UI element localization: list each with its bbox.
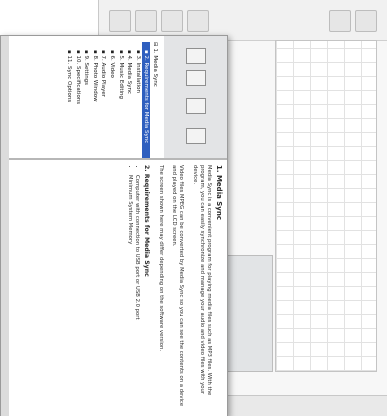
tree-item[interactable]: ▪ 7. Audio Player <box>99 42 108 158</box>
section-heading: 1. Media Sync <box>215 165 223 220</box>
tree-item[interactable]: ▪ 4. Media Sync <box>125 42 134 158</box>
help-contents-tree: ⊟ 1. Media Sync ▪ 2. Requirements for Me… <box>9 36 165 159</box>
back-icon[interactable] <box>186 70 206 86</box>
tree-item-label: 2. Requirements for Media Sync <box>143 55 150 144</box>
tree-item-label: 10. Specifications <box>74 55 81 105</box>
toolbar-button-icon[interactable] <box>135 10 157 32</box>
help-window: ⊟ 1. Media Sync ▪ 2. Requirements for Me… <box>0 35 228 416</box>
tree-item-label: 4. Media Sync <box>126 55 133 95</box>
tree-item[interactable]: ▪ 11. Sync Options <box>64 42 73 158</box>
tree-item[interactable]: ▪ 10. Specifications <box>73 42 82 158</box>
tree-item[interactable]: ▪ 6. Video <box>107 42 116 158</box>
tree-item-label: 6. Video <box>109 55 116 78</box>
tree-item[interactable]: ▪ 9. Settings <box>82 42 91 158</box>
tree-list: ⊟ 1. Media Sync ▪ 2. Requirements for Me… <box>64 42 159 158</box>
screen: ⊟ 1. Media Sync ▪ 2. Requirements for Me… <box>0 0 387 416</box>
background-grid[interactable] <box>275 40 377 372</box>
tree-item[interactable]: ▪ 3. Installation <box>133 42 142 158</box>
paragraph: Video files MPEG can be converted by Med… <box>171 165 185 407</box>
toolbar-button-icon[interactable] <box>187 10 209 32</box>
paragraph: The screen shown here may differ dependi… <box>157 165 164 352</box>
toolbar-button-icon[interactable] <box>355 10 377 32</box>
toolbar-button-icon[interactable] <box>109 10 131 32</box>
list-item: Computer with connection to USB port or … <box>133 175 140 410</box>
tree-item-label: 1. Media Sync <box>152 48 158 87</box>
window-frame-strip <box>1 36 9 416</box>
tree-item-selected[interactable]: ▪ 2. Requirements for Media Sync <box>141 42 151 158</box>
tree-item-label: 9. Settings <box>83 55 90 86</box>
tree-item-label: 7. Audio Player <box>100 55 107 97</box>
tree-item-label: 8. Photo Window <box>91 55 98 102</box>
section-heading: 2. Requirements for Media Sync <box>142 165 150 277</box>
paragraph: Media Sync is a convenient program for p… <box>191 165 212 396</box>
tree-item[interactable]: ▪ 5. Music Editing <box>116 42 125 158</box>
list-item: Minimum System Memory <box>125 175 133 410</box>
tree-item-label: 5. Music Editing <box>117 55 124 100</box>
toolbar-button-icon[interactable] <box>161 10 183 32</box>
help-article: 1. Media Sync Media Sync is a convenient… <box>125 165 224 410</box>
requirements-list: Computer with connection to USB port or … <box>125 165 140 410</box>
hide-icon[interactable] <box>186 48 206 64</box>
tree-item-label: 11. Sync Options <box>66 55 73 103</box>
tree-item-label: 3. Installation <box>134 55 141 93</box>
toolbar-button-icon[interactable] <box>329 10 351 32</box>
forward-icon[interactable] <box>186 98 206 114</box>
tree-item[interactable]: ⊟ 1. Media Sync <box>150 42 159 158</box>
print-icon[interactable] <box>186 128 206 144</box>
help-content-pane: 1. Media Sync Media Sync is a convenient… <box>9 159 227 416</box>
tree-item[interactable]: ▪ 8. Photo Window <box>90 42 99 158</box>
help-toolbar <box>164 36 227 159</box>
